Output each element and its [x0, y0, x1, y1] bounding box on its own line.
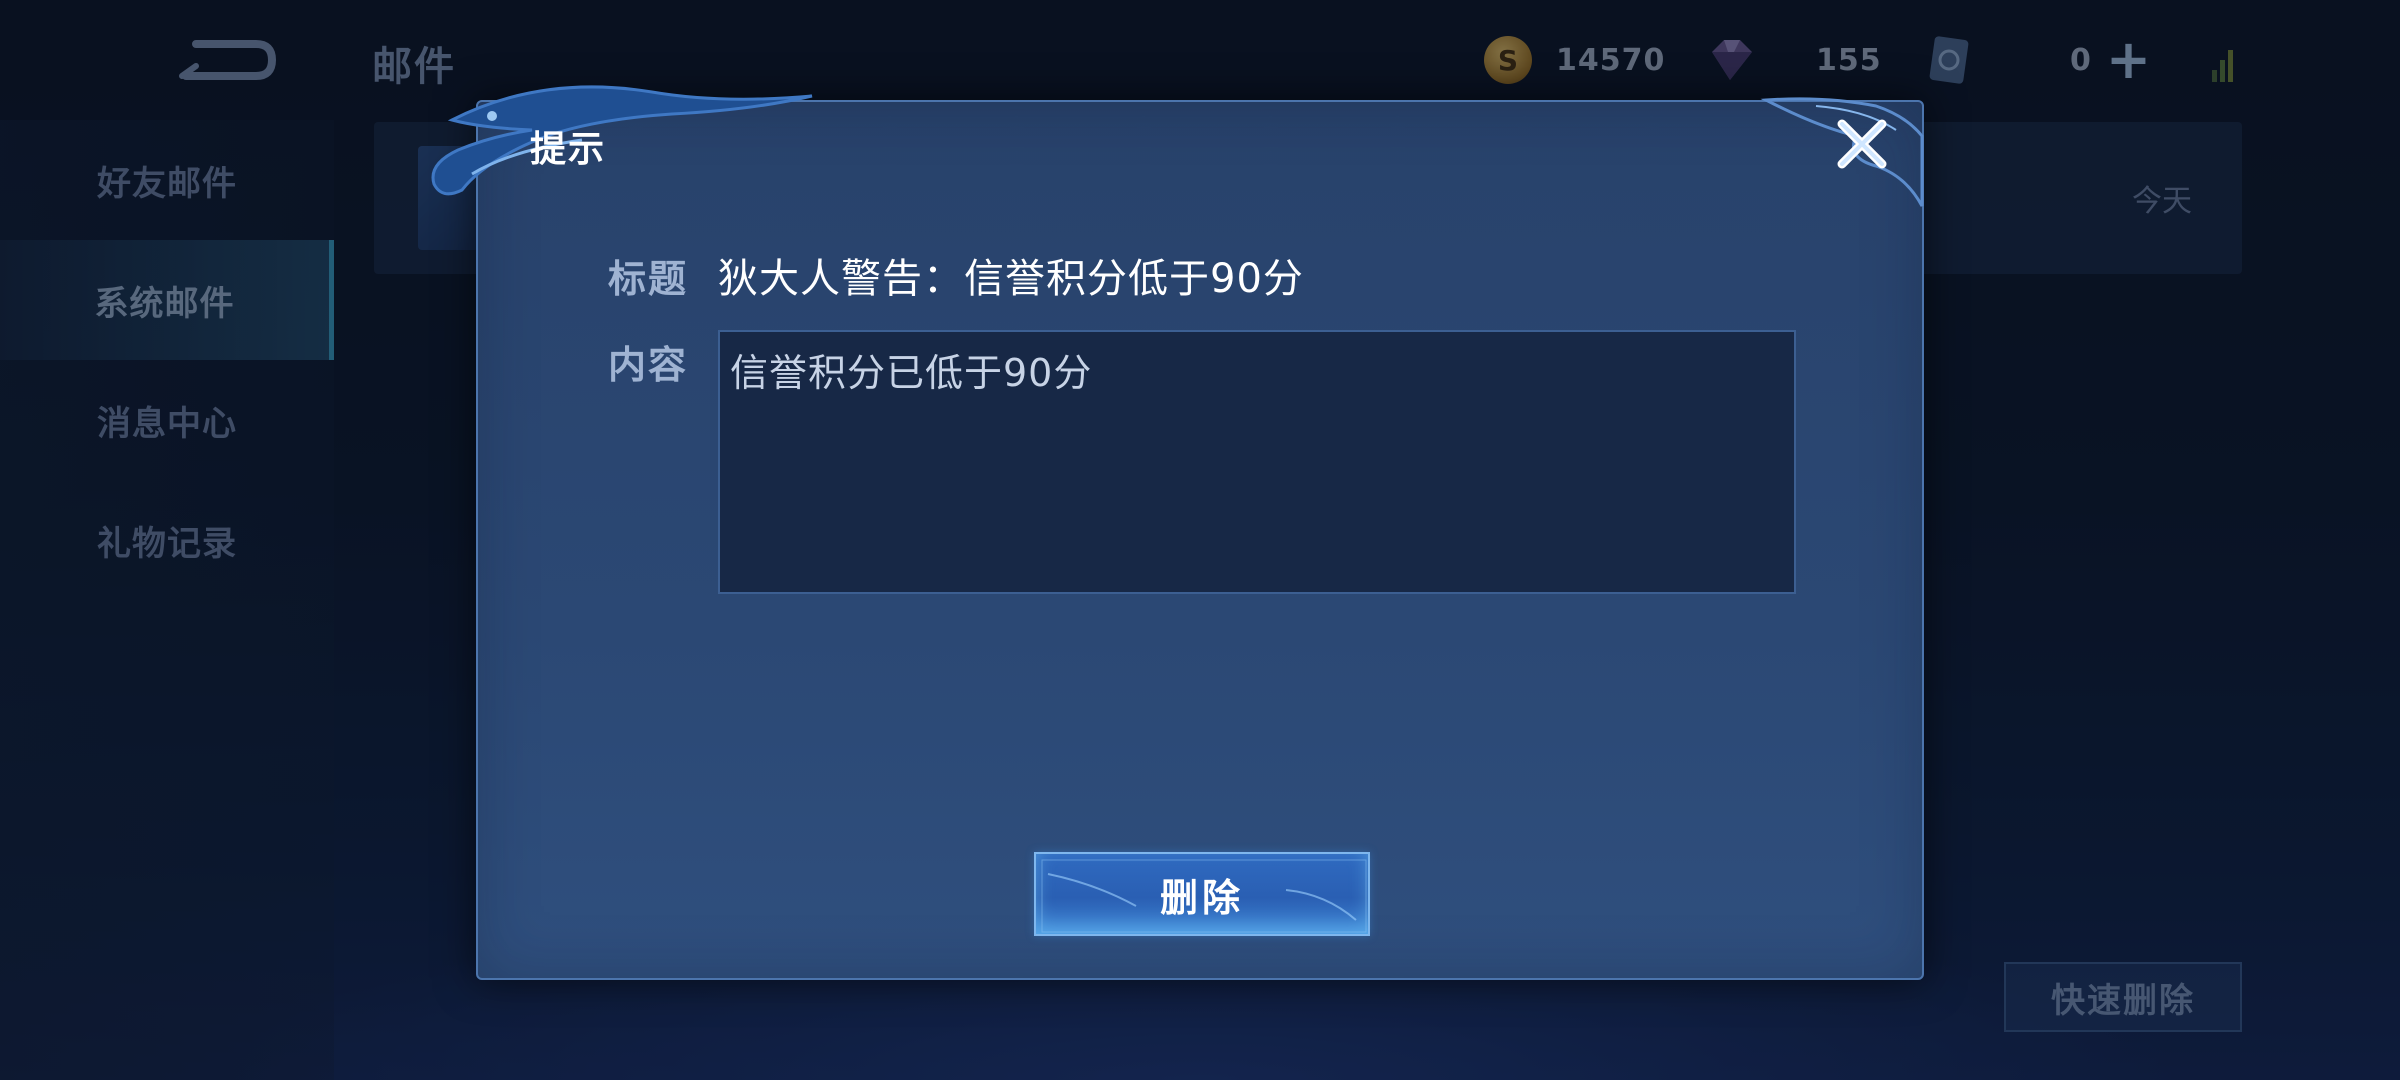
cloud-ornament-icon — [431, 85, 813, 196]
delete-button-label: 删除 — [1159, 875, 1244, 920]
subject-value: 狄大人警告：信誉积分低于90分 — [718, 256, 1304, 302]
delete-button[interactable]: 删除 — [1034, 852, 1370, 936]
content-textarea: 信誉积分已低于90分 — [718, 330, 1796, 594]
mail-screen: 邮件 S 14570 155 0 + 好友邮件 系统邮件 消息中心 礼物记录 今… — [0, 0, 2400, 1080]
subject-label: 标题 — [608, 257, 689, 301]
mail-detail-dialog: 提示 标题 狄大人警告：信誉积分低于90分 内容 信誉积分已低于90分 删除 — [431, 85, 1924, 980]
close-icon[interactable] — [1832, 114, 1892, 174]
content-value: 信誉积分已低于90分 — [730, 351, 1093, 395]
dialog-title: 提示 — [530, 129, 607, 170]
content-label: 内容 — [608, 343, 689, 387]
